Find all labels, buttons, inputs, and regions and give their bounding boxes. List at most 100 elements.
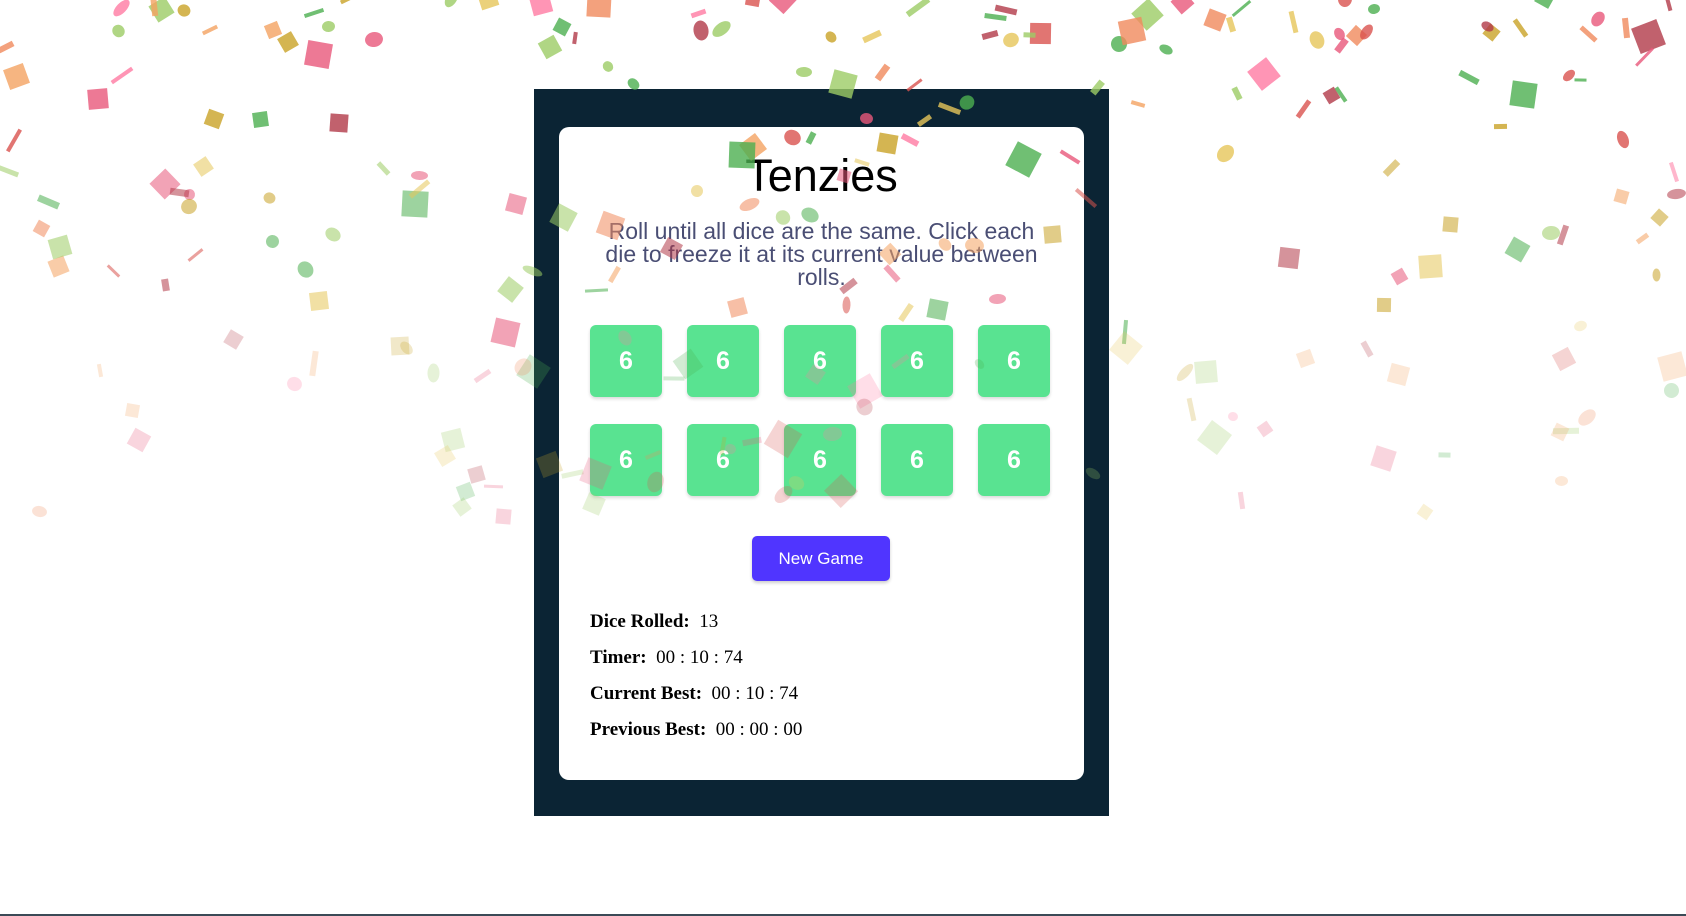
confetti-piece bbox=[483, 484, 504, 489]
confetti-piece bbox=[47, 255, 70, 278]
die-9[interactable]: 6 bbox=[881, 424, 953, 496]
confetti-piece bbox=[1231, 86, 1243, 101]
confetti-piece bbox=[1225, 16, 1237, 33]
confetti-piece bbox=[175, 2, 193, 19]
confetti-piece bbox=[1572, 319, 1589, 333]
confetti-piece bbox=[1652, 268, 1661, 282]
confetti-piece bbox=[294, 258, 317, 281]
confetti-piece bbox=[87, 88, 109, 110]
confetti-piece bbox=[397, 339, 416, 357]
confetti-piece bbox=[0, 40, 15, 54]
confetti-piece bbox=[1288, 10, 1299, 34]
confetti-piece bbox=[148, 0, 175, 23]
confetti-piece bbox=[1108, 33, 1130, 55]
die-5[interactable]: 6 bbox=[978, 325, 1050, 397]
game-frame: Tenzies Roll until all dice are the same… bbox=[534, 89, 1109, 816]
confetti-piece bbox=[32, 219, 51, 238]
confetti-piece bbox=[1663, 0, 1673, 12]
confetti-piece bbox=[0, 163, 20, 178]
die-2[interactable]: 6 bbox=[687, 325, 759, 397]
confetti-piece bbox=[110, 66, 134, 85]
confetti-piece bbox=[1574, 78, 1587, 82]
confetti-piece bbox=[161, 278, 170, 292]
confetti-piece bbox=[1621, 17, 1631, 39]
confetti-piece bbox=[692, 19, 710, 42]
confetti-piece bbox=[994, 4, 1018, 16]
confetti-piece bbox=[1256, 420, 1274, 438]
confetti-piece bbox=[452, 497, 472, 517]
confetti-piece bbox=[31, 504, 48, 519]
confetti-piece bbox=[768, 0, 798, 15]
confetti-piece bbox=[1357, 22, 1376, 42]
dice-grid: 6 6 6 6 6 6 6 6 6 6 bbox=[590, 325, 1052, 496]
confetti-piece bbox=[1669, 161, 1679, 183]
confetti-piece bbox=[252, 111, 269, 128]
confetti-piece bbox=[401, 190, 429, 218]
confetti-piece bbox=[981, 30, 999, 40]
die-1[interactable]: 6 bbox=[590, 325, 662, 397]
previous-best-label: Previous Best: bbox=[590, 719, 707, 740]
confetti-piece bbox=[110, 0, 133, 20]
confetti-piece bbox=[303, 8, 325, 18]
confetti-piece bbox=[467, 465, 486, 484]
confetti-piece bbox=[201, 24, 219, 36]
confetti-piece bbox=[124, 402, 141, 419]
confetti-piece bbox=[193, 156, 214, 177]
confetti-piece bbox=[744, 0, 762, 8]
confetti-piece bbox=[1560, 67, 1578, 84]
confetti-piece bbox=[495, 508, 512, 525]
die-7[interactable]: 6 bbox=[687, 424, 759, 496]
confetti-piece bbox=[1382, 159, 1401, 177]
confetti-piece bbox=[1360, 340, 1374, 358]
confetti-piece bbox=[528, 0, 554, 17]
confetti-piece bbox=[203, 108, 225, 130]
die-4[interactable]: 6 bbox=[881, 325, 953, 397]
confetti-piece bbox=[572, 31, 578, 45]
confetti-piece bbox=[1666, 187, 1686, 201]
confetti-piece bbox=[511, 354, 535, 380]
confetti-piece bbox=[1551, 346, 1577, 372]
die-8[interactable]: 6 bbox=[784, 424, 856, 496]
current-best-label: Current Best: bbox=[590, 683, 703, 704]
new-game-button[interactable]: New Game bbox=[752, 536, 890, 581]
die-3[interactable]: 6 bbox=[784, 325, 856, 397]
stats-panel: Dice Rolled: 13 Timer: 00 : 10 : 74 Curr… bbox=[590, 604, 1050, 748]
confetti-piece bbox=[1131, 0, 1164, 31]
confetti-piece bbox=[795, 66, 813, 78]
confetti-piece bbox=[1203, 8, 1227, 32]
confetti-piece bbox=[1555, 476, 1568, 486]
confetti-piece bbox=[1322, 86, 1341, 105]
confetti-piece bbox=[1247, 57, 1281, 91]
confetti-piece bbox=[1504, 236, 1531, 263]
confetti-piece bbox=[1117, 16, 1147, 46]
confetti-piece bbox=[1345, 24, 1368, 47]
previous-best-value: 00 : 00 : 00 bbox=[715, 719, 803, 740]
timer-value: 00 : 10 : 74 bbox=[656, 647, 743, 668]
die-6[interactable]: 6 bbox=[590, 424, 662, 496]
confetti-piece bbox=[1306, 28, 1328, 52]
confetti-piece bbox=[1493, 123, 1508, 130]
confetti-piece bbox=[322, 224, 344, 245]
confetti-piece bbox=[874, 63, 891, 82]
previous-best-row: Previous Best: 00 : 00 : 00 bbox=[590, 712, 1050, 748]
dice-rolled-value: 13 bbox=[699, 611, 719, 632]
confetti-piece bbox=[586, 0, 612, 18]
confetti-piece bbox=[1121, 319, 1129, 345]
die-10[interactable]: 6 bbox=[978, 424, 1050, 496]
confetti-piece bbox=[329, 113, 349, 133]
confetti-piece bbox=[537, 34, 563, 60]
dice-rolled-row: Dice Rolled: 13 bbox=[590, 604, 1050, 640]
confetti-piece bbox=[309, 350, 319, 377]
confetti-piece bbox=[1509, 80, 1538, 109]
confetti-piece bbox=[3, 63, 30, 90]
confetti-piece bbox=[1588, 9, 1608, 29]
confetti-piece bbox=[261, 190, 278, 206]
confetti-piece bbox=[187, 248, 204, 262]
confetti-piece bbox=[1157, 42, 1175, 57]
confetti-piece bbox=[1650, 208, 1669, 227]
confetti-piece bbox=[37, 194, 60, 210]
confetti-piece bbox=[1370, 445, 1397, 472]
confetti-piece bbox=[169, 187, 190, 198]
confetti-piece bbox=[1660, 379, 1683, 402]
confetti-piece bbox=[504, 192, 528, 216]
